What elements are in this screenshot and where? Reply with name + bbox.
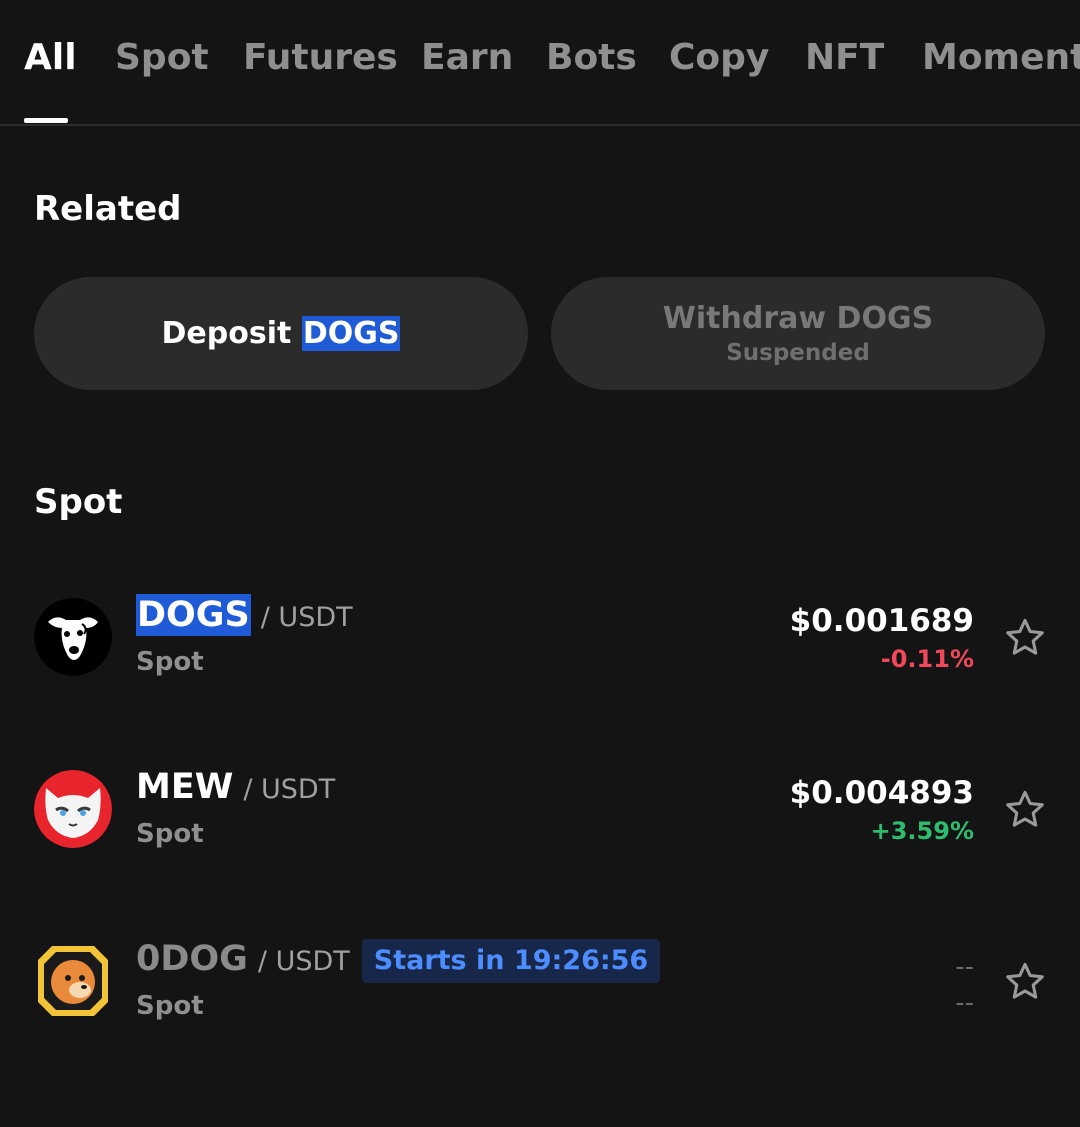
base-symbol: DOGS [136,594,251,636]
star-outline-icon[interactable] [1002,959,1048,1005]
base-symbol: MEW [136,767,234,807]
tab-all[interactable]: All [24,36,77,80]
tab-spot[interactable]: Spot [115,36,209,80]
pair-label: MEW / USDT [136,766,335,811]
price-change: -0.11% [880,645,974,673]
last-price: $0.004893 [789,775,974,811]
deposit-prefix: Deposit [161,315,292,351]
withdraw-button[interactable]: Withdraw DOGS Suspended [551,277,1045,390]
price-change: -- [955,988,974,1018]
pair-label: 0DOG / USDT Starts in 19:26:56 [136,938,661,983]
mew-logo-icon [34,770,112,848]
pair-label: DOGS / USDT [136,594,353,639]
withdraw-label: Withdraw DOGS [662,300,934,336]
base-symbol: 0DOG [136,939,248,979]
withdraw-status: Suspended [726,339,870,366]
quote-symbol: / USDT [243,774,336,805]
quote-symbol: / USDT [257,946,350,977]
spot-row-dogs[interactable]: DOGS / USDT Spot $0.001689 -0.11% [0,570,1080,710]
tab-moments[interactable]: Moments [922,36,1080,80]
category-tabs: All Spot Futures Earn Bots Copy NFT Mome… [0,0,1080,126]
tab-copy[interactable]: Copy [669,36,769,80]
spot-row-0dog[interactable]: 0DOG / USDT Starts in 19:26:56 Spot -- -… [0,914,1080,1054]
market-type: Spot [136,647,204,677]
star-outline-icon[interactable] [1002,787,1048,833]
last-price: $0.001689 [789,603,974,639]
quote-symbol: / USDT [260,602,353,633]
star-outline-icon[interactable] [1002,615,1048,661]
tab-futures[interactable]: Futures [243,36,398,80]
deposit-button[interactable]: Deposit DOGS [34,277,528,390]
spot-section-title: Spot [34,482,123,522]
market-type: Spot [136,991,204,1021]
price-change: +3.59% [870,817,974,845]
last-price: -- [955,952,974,982]
market-type: Spot [136,819,204,849]
deposit-label: Deposit DOGS [162,315,401,353]
tab-bots[interactable]: Bots [546,36,637,80]
spot-row-mew[interactable]: MEW / USDT Spot $0.004893 +3.59% [0,742,1080,882]
active-tab-indicator [24,118,68,123]
0dog-logo-icon [34,942,112,1020]
related-section-title: Related [34,189,182,229]
deposit-coin-highlight: DOGS [301,315,401,351]
listing-countdown-badge: Starts in 19:26:56 [361,938,661,983]
tab-nft[interactable]: NFT [805,36,884,80]
dogs-logo-icon [34,598,112,676]
tab-earn[interactable]: Earn [421,36,513,80]
